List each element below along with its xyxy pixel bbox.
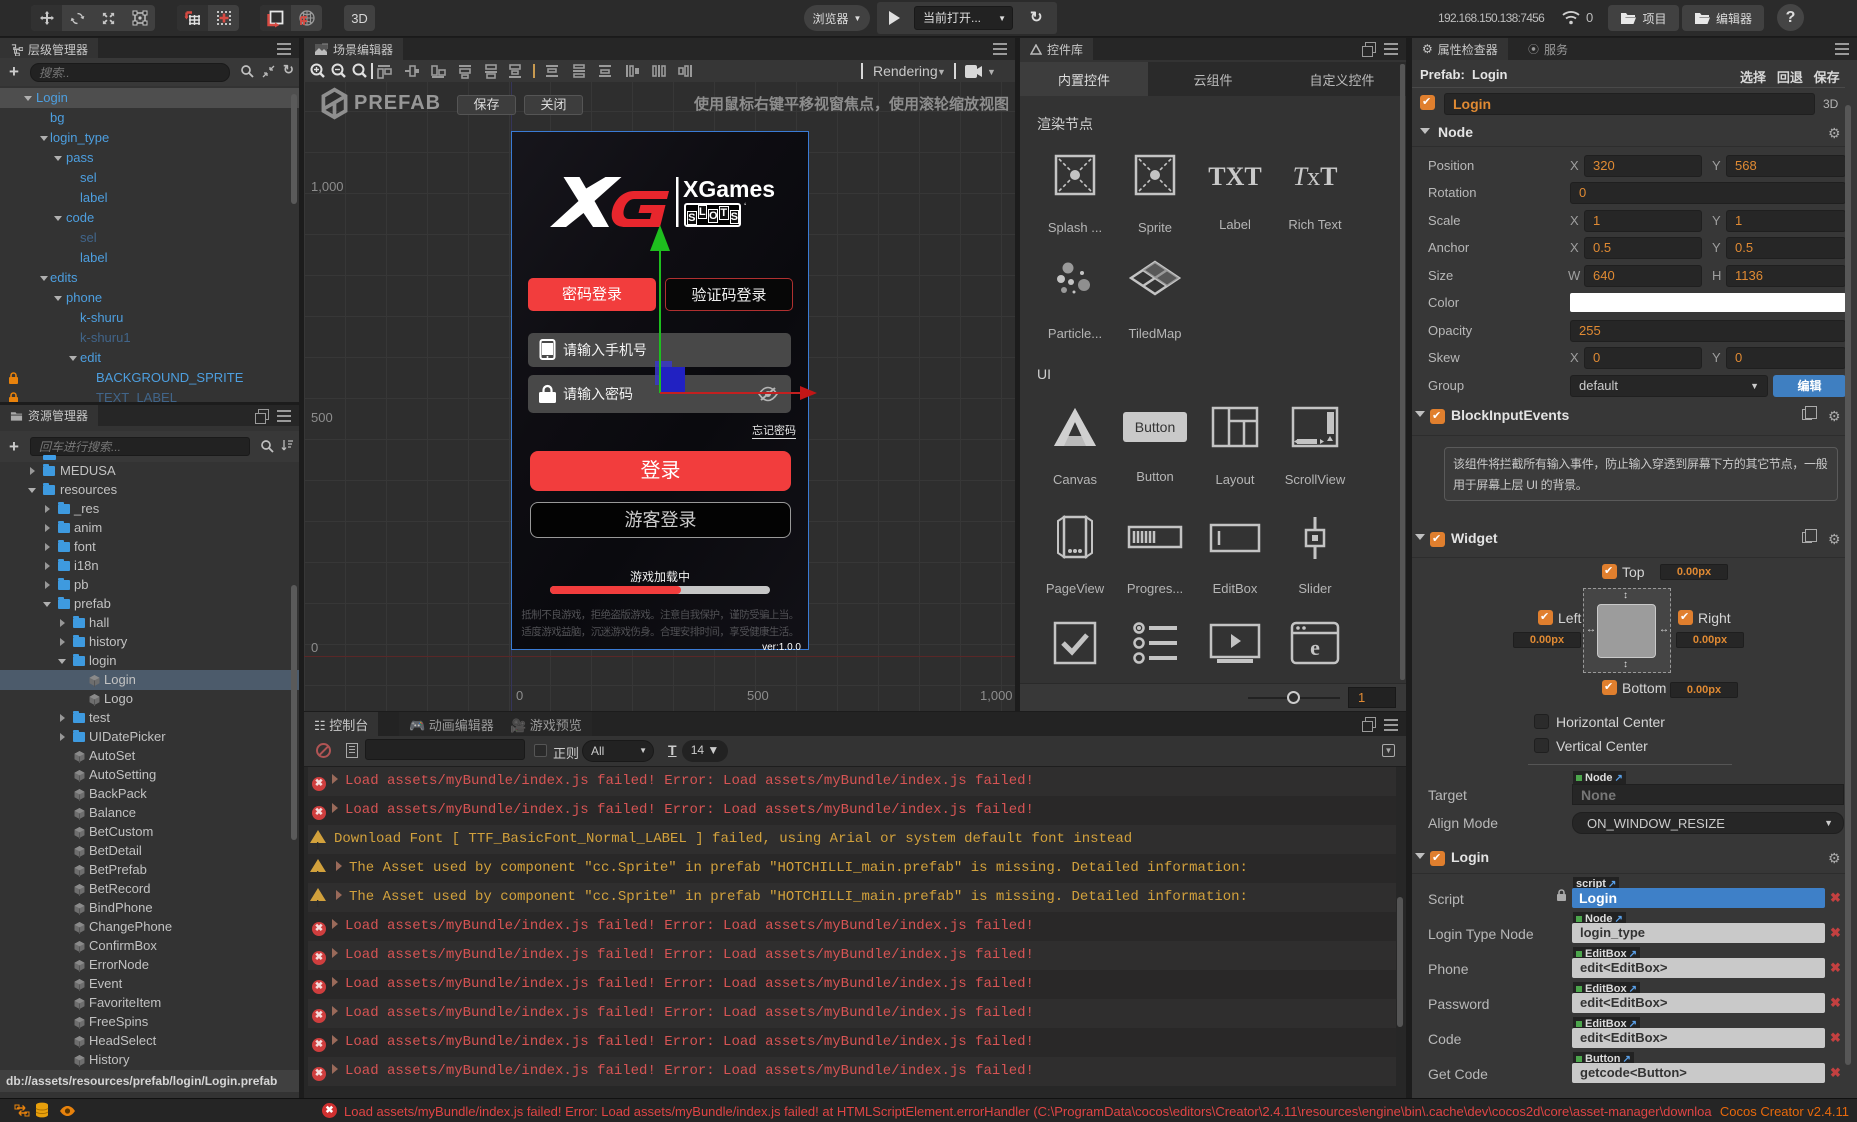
- svg-text:e: e: [1310, 635, 1320, 660]
